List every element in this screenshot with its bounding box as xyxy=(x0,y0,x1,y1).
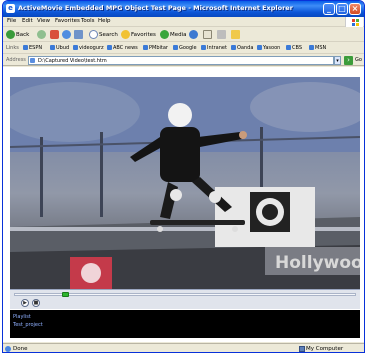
page-status-icon xyxy=(5,346,11,352)
refresh-button[interactable] xyxy=(62,30,72,40)
maximize-button[interactable]: □ xyxy=(336,3,348,15)
link-oanda[interactable]: Oanda xyxy=(231,45,253,51)
search-button[interactable]: Search xyxy=(89,30,118,40)
history-icon xyxy=(189,30,198,39)
link-ubud[interactable]: Ubud xyxy=(50,45,69,51)
history-button[interactable] xyxy=(189,30,199,40)
folder-icon xyxy=(231,30,240,39)
star-icon xyxy=(121,30,130,39)
window-title: ActiveMovie Embedded MPG Object Test Pag… xyxy=(18,4,293,12)
go-arrow-icon[interactable]: › xyxy=(344,56,353,65)
menu-bar: File Edit View Favorites Tools Help xyxy=(3,17,364,27)
mail-icon xyxy=(203,30,212,39)
menu-tools[interactable]: Tools xyxy=(81,18,95,24)
forward-arrow-icon xyxy=(37,30,46,39)
browser-window: e ActiveMovie Embedded MPG Object Test P… xyxy=(2,0,365,353)
menu-file[interactable]: File xyxy=(7,18,16,24)
windows-logo-icon xyxy=(345,17,363,27)
title-bar[interactable]: e ActiveMovie Embedded MPG Object Test P… xyxy=(3,1,364,17)
link-google[interactable]: Google xyxy=(173,45,197,51)
menu-favorites[interactable]: Favorites xyxy=(55,18,80,24)
link-pmbitar[interactable]: PMbitar xyxy=(143,45,168,51)
print-button[interactable] xyxy=(217,30,227,40)
menu-edit[interactable]: Edit xyxy=(22,18,33,24)
media-player-controls: ▶ ■ xyxy=(10,289,360,309)
stop-page-button[interactable] xyxy=(50,30,60,40)
hollywood-sign-text: Hollywood xyxy=(275,253,360,273)
print-icon xyxy=(217,30,226,39)
seek-thumb[interactable] xyxy=(61,292,69,297)
video-player-screen[interactable]: Hollywood xyxy=(10,77,360,289)
forward-button[interactable] xyxy=(37,30,47,40)
play-button[interactable]: ▶ xyxy=(21,299,29,307)
go-label[interactable]: Go xyxy=(355,57,362,63)
search-icon xyxy=(89,30,98,39)
links-label: Links xyxy=(6,45,19,51)
refresh-icon xyxy=(62,30,71,39)
status-bar: Done My Computer xyxy=(3,343,364,352)
address-bar: Address D:\Captured Video\test.htm ▾ › G… xyxy=(3,55,364,66)
close-button[interactable]: × xyxy=(349,3,361,15)
media-label: Media xyxy=(170,32,187,38)
standard-toolbar: Back Search Favorites Media xyxy=(3,28,364,42)
favorites-label: Favorites xyxy=(131,32,156,38)
menu-view[interactable]: View xyxy=(37,18,50,24)
playlist-panel: Playlist Test_project xyxy=(10,310,360,338)
search-label: Search xyxy=(99,32,118,38)
playlist-line[interactable]: Test_project xyxy=(13,322,43,328)
page-content: Hollywood xyxy=(3,67,364,342)
links-bar: Links ESPN Ubud videogurz ABC news PMbit… xyxy=(3,43,364,54)
back-arrow-icon xyxy=(6,30,15,39)
menu-help[interactable]: Help xyxy=(98,18,111,24)
link-msn[interactable]: MSN xyxy=(309,45,326,51)
internet-explorer-icon: e xyxy=(6,4,15,13)
address-label: Address xyxy=(6,57,26,63)
back-label: Back xyxy=(16,32,30,38)
link-cbs[interactable]: CBS xyxy=(286,45,302,51)
stop-button[interactable]: ■ xyxy=(32,299,40,307)
minimize-button[interactable]: _ xyxy=(323,3,335,15)
messenger-button[interactable] xyxy=(231,30,241,40)
media-button[interactable]: Media xyxy=(160,30,187,40)
link-abc-news[interactable]: ABC news xyxy=(107,45,138,51)
back-button[interactable]: Back xyxy=(6,30,29,40)
status-text: Done xyxy=(13,346,28,352)
my-computer-icon xyxy=(299,346,305,352)
favorites-button[interactable]: Favorites xyxy=(121,30,156,40)
skateboarder-video-frame: Hollywood xyxy=(10,77,360,289)
security-zone: My Computer xyxy=(306,346,344,352)
media-icon xyxy=(160,30,169,39)
home-button[interactable] xyxy=(74,30,84,40)
address-input[interactable]: D:\Captured Video\test.htm xyxy=(28,56,334,65)
address-dropdown-button[interactable]: ▾ xyxy=(334,56,341,65)
home-icon xyxy=(74,30,83,39)
mail-button[interactable] xyxy=(203,30,213,40)
stop-icon xyxy=(50,30,59,39)
link-yasoon[interactable]: Yasoon xyxy=(257,45,280,51)
link-intranet[interactable]: Intranet xyxy=(201,45,227,51)
playlist-line: Playlist xyxy=(13,314,31,320)
page-icon xyxy=(30,58,35,63)
link-espn[interactable]: ESPN xyxy=(23,45,42,51)
link-videogurz[interactable]: videogurz xyxy=(73,45,104,51)
